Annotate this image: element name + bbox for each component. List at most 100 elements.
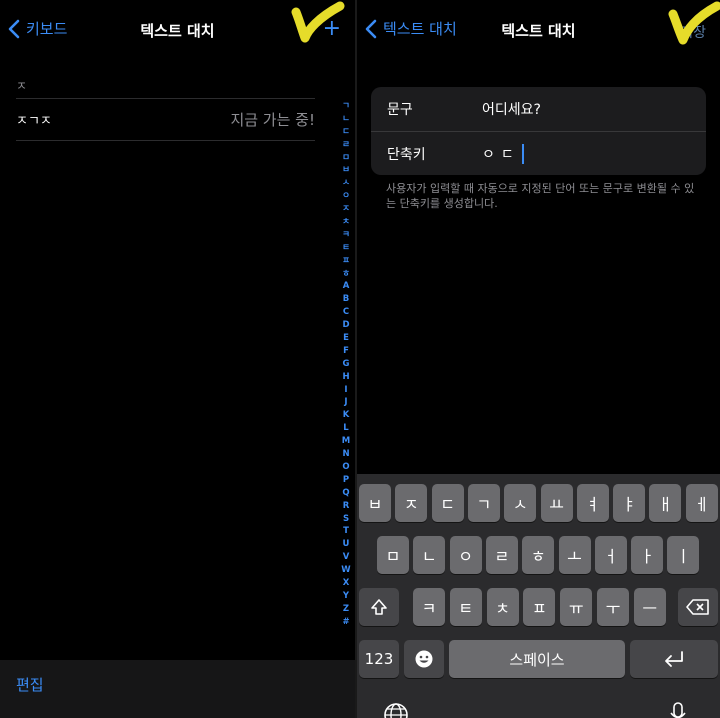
section-header: ㅈ <box>16 79 28 93</box>
shift-key[interactable] <box>359 588 399 626</box>
index-letter[interactable]: X <box>343 577 350 590</box>
checkmark-icon <box>668 1 720 45</box>
shortcut-field[interactable]: 단축키 ㅇㄷ <box>371 131 706 175</box>
index-letter[interactable]: ㅌ <box>342 242 350 255</box>
letter-key[interactable]: ㅕ <box>576 484 609 522</box>
letter-key[interactable]: ㅗ <box>558 536 591 574</box>
index-letter[interactable]: ㄷ <box>342 126 350 139</box>
index-letter[interactable]: ㄱ <box>342 100 350 113</box>
shortcut-input[interactable]: ㅇㄷ <box>482 143 524 164</box>
index-letter[interactable]: A <box>343 280 350 293</box>
letter-key[interactable]: ㅓ <box>594 536 627 574</box>
index-letter[interactable]: M <box>342 435 350 448</box>
letter-key[interactable]: ㅁ <box>377 536 409 574</box>
letter-key[interactable]: ㅔ <box>685 484 718 522</box>
letter-key[interactable]: ㅛ <box>540 484 573 522</box>
index-letter[interactable]: V <box>343 551 350 564</box>
microphone-icon[interactable] <box>669 702 687 718</box>
letter-key[interactable]: ㄴ <box>413 536 446 574</box>
index-letter[interactable]: ㅁ <box>342 152 350 165</box>
letter-key[interactable]: ㄹ <box>485 536 518 574</box>
index-letter[interactable]: ㅊ <box>342 216 350 229</box>
index-letter[interactable]: N <box>342 448 349 461</box>
index-letter[interactable]: C <box>343 306 349 319</box>
keyboard: 123 스페이스 ㅂㅈㄷㄱㅅㅛㅕㅑㅐㅔㅁㄴㅇㄹㅎㅗㅓㅏㅣㅋㅌㅊㅍㅠㅜㅡ <box>357 474 720 718</box>
globe-icon[interactable] <box>383 702 409 718</box>
letter-key[interactable]: ㄷ <box>431 484 464 522</box>
index-letter[interactable]: ㅈ <box>342 203 350 216</box>
text-cursor <box>521 143 524 164</box>
numbers-key[interactable]: 123 <box>359 640 399 678</box>
index-letter[interactable]: ㅅ <box>342 177 350 190</box>
phrase-label: 문구 <box>387 102 413 118</box>
letter-key[interactable]: ㅡ <box>633 588 666 626</box>
phrase-input[interactable]: 어디세요? <box>482 99 541 119</box>
letter-key[interactable]: ㅜ <box>597 588 629 626</box>
index-letter[interactable]: ㅋ <box>342 229 350 242</box>
index-letter[interactable]: I <box>344 384 347 397</box>
nav-bar: 텍스트 대치 텍스트 대치 저장 <box>357 0 720 60</box>
letter-key[interactable]: ㅣ <box>667 536 700 574</box>
letter-key[interactable]: ㅅ <box>504 484 537 522</box>
index-letter[interactable]: F <box>343 345 349 358</box>
index-letter[interactable]: R <box>343 500 350 513</box>
return-icon <box>665 651 683 667</box>
index-letter[interactable]: Y <box>343 590 349 603</box>
shortcut-label: 단축키 <box>387 146 426 163</box>
emoji-icon <box>415 650 433 668</box>
letter-key[interactable]: ㄱ <box>467 484 500 522</box>
phrase-field[interactable]: 문구 어디세요? <box>371 87 706 131</box>
index-letter[interactable]: B <box>343 293 349 306</box>
letter-key[interactable]: ㅇ <box>449 536 482 574</box>
letter-key[interactable]: ㅍ <box>523 588 556 626</box>
index-letter[interactable]: # <box>342 616 349 629</box>
letter-key[interactable]: ㅂ <box>359 484 391 522</box>
index-letter[interactable]: H <box>342 371 349 384</box>
index-letter[interactable]: G <box>343 358 350 371</box>
list-separator <box>16 140 315 141</box>
index-letter[interactable]: ㅎ <box>342 268 350 281</box>
index-letter[interactable]: D <box>342 319 349 332</box>
index-letter[interactable]: K <box>343 409 350 422</box>
index-letter[interactable]: ㄴ <box>342 113 350 126</box>
list-item[interactable]: ㅈㄱㅈ 지금 가는 중! <box>16 98 315 140</box>
index-letter[interactable]: P <box>343 474 349 487</box>
letter-key[interactable]: ㅑ <box>613 484 646 522</box>
index-letter[interactable]: Z <box>343 603 349 616</box>
edit-button[interactable]: 편집 <box>16 674 44 695</box>
letter-key[interactable]: ㅈ <box>395 484 428 522</box>
section-index[interactable]: ㄱㄴㄷㄹㅁㅂㅅㅇㅈㅊㅋㅌㅍㅎABCDEFGHIJKLMNOPQRSTUVWXYZ… <box>341 100 351 629</box>
index-letter[interactable]: L <box>343 422 348 435</box>
index-letter[interactable]: ㅍ <box>342 255 350 268</box>
checkmark-icon <box>291 1 345 43</box>
letter-key[interactable]: ㅌ <box>449 588 482 626</box>
index-letter[interactable]: Q <box>342 487 349 500</box>
index-letter[interactable]: ㅂ <box>342 164 350 177</box>
letter-key[interactable]: ㅐ <box>649 484 682 522</box>
return-key[interactable] <box>630 640 718 678</box>
index-letter[interactable]: O <box>342 461 349 474</box>
emoji-key[interactable] <box>404 640 444 678</box>
letter-key[interactable]: ㅋ <box>413 588 445 626</box>
index-letter[interactable]: ㄹ <box>342 139 350 152</box>
letter-key[interactable]: ㅊ <box>486 588 519 626</box>
bottom-toolbar: 편집 <box>0 660 355 718</box>
nav-bar: 키보드 텍스트 대치 + <box>0 0 355 60</box>
text-replacement-edit-screen: 텍스트 대치 텍스트 대치 저장 문구 어디세요? 단축키 ㅇㄷ 사용자가 입력… <box>357 0 720 718</box>
backspace-key[interactable] <box>678 588 718 626</box>
index-letter[interactable]: U <box>343 538 350 551</box>
shortcut-text: ㅈㄱㅈ <box>16 114 52 129</box>
backspace-icon <box>686 599 709 615</box>
index-letter[interactable]: J <box>344 396 347 409</box>
index-letter[interactable]: T <box>343 525 349 538</box>
index-letter[interactable]: W <box>341 564 350 577</box>
space-key[interactable]: 스페이스 <box>449 640 625 678</box>
letter-key[interactable]: ㅏ <box>631 536 664 574</box>
index-letter[interactable]: E <box>343 332 349 345</box>
index-letter[interactable]: ㅇ <box>342 190 350 203</box>
letter-key[interactable]: ㅎ <box>522 536 555 574</box>
form-card: 문구 어디세요? 단축키 ㅇㄷ <box>371 87 706 175</box>
index-letter[interactable]: S <box>343 513 349 526</box>
letter-key[interactable]: ㅠ <box>560 588 593 626</box>
phrase-text: 지금 가는 중! <box>230 111 315 129</box>
